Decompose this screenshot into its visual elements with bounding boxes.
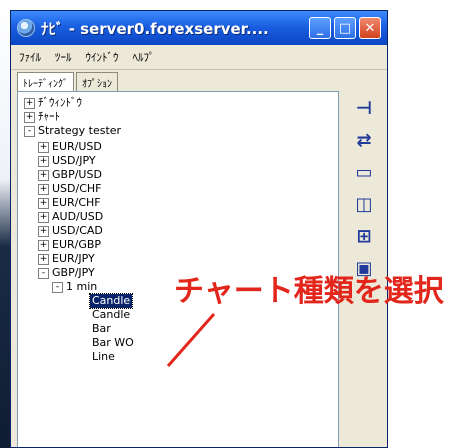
tree-node-pair[interactable]: USD/JPY — [52, 154, 96, 168]
menu-bar: ﾌｧｲﾙ ﾂｰﾙ ｳｲﾝﾄﾞｳ ﾍﾙﾌﾟ — [11, 45, 387, 70]
maximize-button[interactable]: □ — [334, 17, 356, 39]
menu-file[interactable]: ﾌｧｲﾙ — [19, 49, 41, 65]
expand-toggle[interactable]: + — [38, 240, 49, 251]
tree-node-pair[interactable]: EUR/GBP — [52, 238, 101, 252]
expand-toggle[interactable]: + — [38, 212, 49, 223]
expand-toggle[interactable]: + — [38, 184, 49, 195]
pin-icon[interactable]: ⊣ — [352, 97, 376, 119]
navigator-window: ﾅﾋﾞ - server0.forexserver.... _ □ ✕ ﾌｧｲﾙ… — [10, 10, 388, 448]
swap-icon[interactable]: ⇄ — [352, 129, 376, 151]
tree-node-pair[interactable]: EUR/JPY — [52, 252, 95, 266]
tab-options[interactable]: ｵﾌﾟｼｮﾝ — [76, 72, 118, 92]
window-title: ﾅﾋﾞ - server0.forexserver.... — [41, 19, 269, 38]
collapse-toggle[interactable]: - — [38, 268, 49, 279]
menu-tools[interactable]: ﾂｰﾙ — [55, 49, 72, 65]
menu-window[interactable]: ｳｲﾝﾄﾞｳ — [86, 49, 119, 65]
tree-node-strategy-tester[interactable]: Strategy tester — [38, 124, 121, 138]
tree-node-pair[interactable]: EUR/CHF — [52, 196, 101, 210]
tree-node-pair[interactable]: EUR/USD — [52, 140, 102, 154]
maximize-icon: □ — [338, 20, 352, 36]
tree-node-chart-type[interactable]: Line — [92, 350, 115, 364]
expand-toggle[interactable]: + — [38, 198, 49, 209]
tree-node-windows[interactable]: ﾁﾞｳｨﾝﾄﾞｳ — [38, 96, 82, 110]
title-bar[interactable]: ﾅﾋﾞ - server0.forexserver.... _ □ ✕ — [11, 11, 387, 45]
layout-single-icon[interactable]: ▭ — [352, 161, 376, 183]
minimize-button[interactable]: _ — [309, 17, 331, 39]
expand-toggle[interactable]: + — [38, 226, 49, 237]
expand-toggle[interactable]: + — [38, 156, 49, 167]
expand-toggle[interactable]: + — [38, 254, 49, 265]
expand-toggle[interactable]: + — [24, 98, 35, 109]
close-icon: ✕ — [364, 20, 376, 36]
expand-toggle[interactable]: + — [24, 112, 35, 123]
tab-strip: ﾄﾚｰﾃﾞｨﾝｸﾞ ｵﾌﾟｼｮﾝ — [11, 70, 387, 92]
annotation-callout: チャート種類を選択 — [174, 274, 444, 309]
expand-toggle[interactable]: + — [38, 142, 49, 153]
collapse-toggle[interactable]: - — [24, 126, 35, 137]
close-button[interactable]: ✕ — [359, 17, 381, 39]
expand-toggle[interactable]: + — [38, 170, 49, 181]
collapse-toggle[interactable]: - — [52, 282, 63, 293]
app-icon — [17, 19, 35, 37]
tree-node-chart-type[interactable]: Candle — [92, 308, 130, 322]
menu-help[interactable]: ﾍﾙﾌﾟ — [133, 49, 155, 65]
tree-node-pair[interactable]: USD/CAD — [52, 224, 103, 238]
tree-node-timeframe[interactable]: 1 min — [66, 280, 97, 294]
tab-trading[interactable]: ﾄﾚｰﾃﾞｨﾝｸﾞ — [17, 72, 74, 92]
tree-node-pair[interactable]: GBP/JPY — [52, 266, 95, 280]
tree-node-pair[interactable]: GBP/USD — [52, 168, 102, 182]
tree-node-chart-type[interactable]: Bar — [92, 322, 111, 336]
tree-node-pair[interactable]: AUD/USD — [52, 210, 103, 224]
tree-node-chart-type-selected[interactable]: Candle — [88, 293, 134, 309]
minimize-icon: _ — [316, 20, 324, 36]
layout-split-icon[interactable]: ◫ — [352, 193, 376, 215]
tree-node-chart-type[interactable]: Bar WO — [92, 336, 134, 350]
tree-node-pair[interactable]: USD/CHF — [52, 182, 102, 196]
tree-node-charts[interactable]: ﾁｬｰﾄ — [38, 110, 60, 124]
layout-grid-icon[interactable]: ⊞ — [352, 225, 376, 247]
